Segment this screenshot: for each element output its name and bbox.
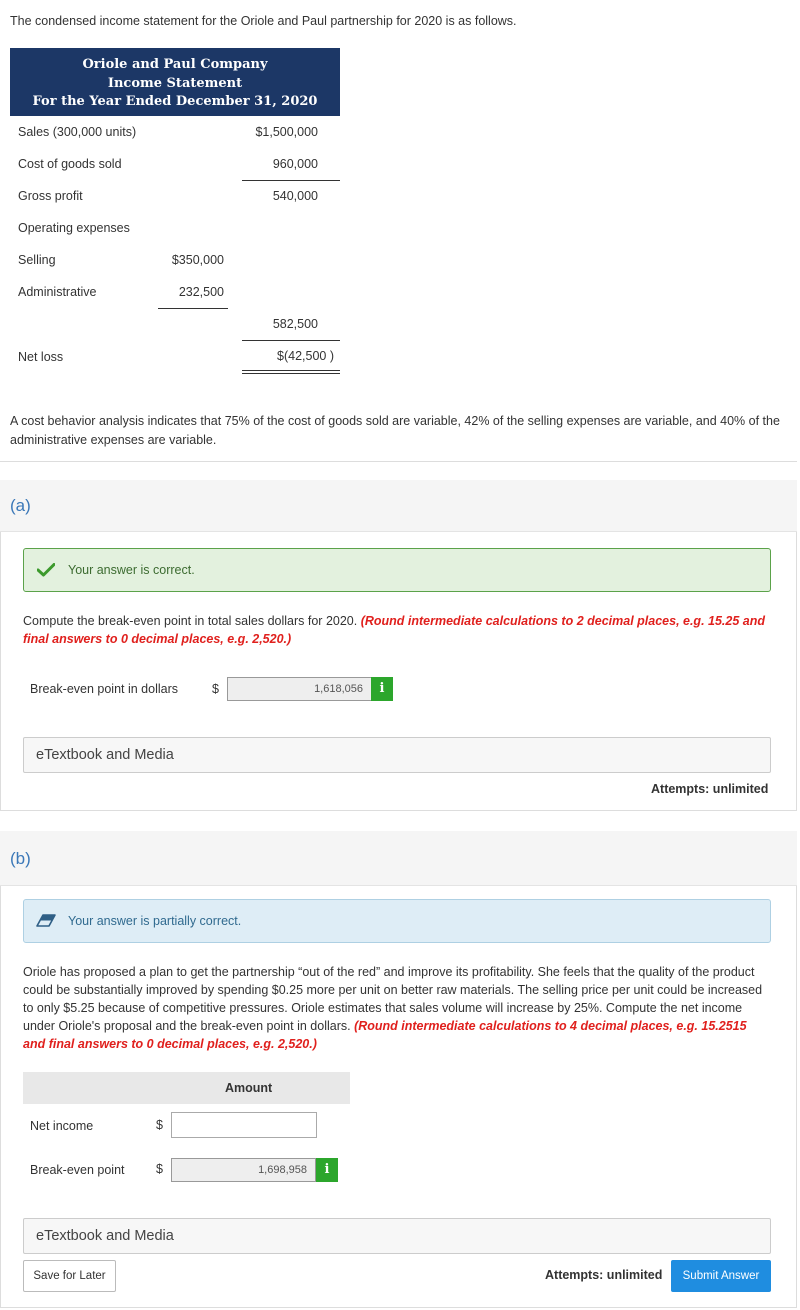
- part-a-header: (a): [0, 480, 797, 532]
- etextbook-media-link[interactable]: eTextbook and Media: [23, 1218, 771, 1254]
- save-for-later-button[interactable]: Save for Later: [23, 1260, 116, 1292]
- problem-intro: The condensed income statement for the O…: [10, 14, 517, 28]
- cogs-label: Cost of goods sold: [18, 157, 122, 171]
- part-b-tag: (b): [10, 849, 31, 868]
- part-a-tag: (a): [10, 496, 31, 515]
- info-icon[interactable]: i: [371, 677, 393, 701]
- net-loss-label: Net loss: [18, 350, 64, 364]
- statement-period: For the Year Ended December 31, 2020: [32, 94, 318, 109]
- check-icon: [37, 563, 55, 577]
- sales-label: Sales (300,000 units): [18, 125, 137, 139]
- bep-dollars-input[interactable]: 1,618,056: [227, 677, 372, 701]
- correct-status-box: Your answer is correct.: [23, 548, 771, 592]
- part-b-header: (b): [0, 831, 797, 886]
- double-underline-bottom: [242, 373, 340, 374]
- bep-dollars-label: Break-even point in dollars: [30, 682, 178, 696]
- divider: [158, 308, 228, 309]
- admin-label: Administrative: [18, 285, 97, 299]
- net-income-label: Net income: [30, 1119, 94, 1133]
- net-income-input[interactable]: [171, 1112, 317, 1138]
- currency-sign: $: [156, 1162, 163, 1176]
- selling-label: Selling: [18, 253, 56, 267]
- net-loss-value: $(42,500 ): [277, 349, 334, 363]
- submit-answer-button[interactable]: Submit Answer: [671, 1260, 771, 1292]
- divider: [0, 461, 797, 462]
- bep-label: Break-even point: [30, 1163, 125, 1177]
- amount-column-header: Amount: [23, 1072, 350, 1104]
- opex-total-value: 582,500: [272, 317, 318, 331]
- status-text: Your answer is partially correct.: [68, 914, 242, 928]
- gross-profit-value: 540,000: [272, 189, 318, 203]
- currency-sign: $: [156, 1118, 163, 1132]
- bep-input[interactable]: 1,698,958: [171, 1158, 316, 1182]
- attempts-label: Attempts: unlimited: [651, 782, 769, 796]
- statement-title: Income Statement: [107, 75, 243, 91]
- divider: [242, 340, 340, 341]
- income-statement-header: Oriole and Paul Company Income Statement…: [10, 48, 340, 116]
- eraser-icon: [36, 914, 56, 927]
- sales-value: $1,500,000: [255, 125, 318, 139]
- divider: [242, 180, 340, 181]
- company-name: Oriole and Paul Company: [82, 57, 268, 72]
- part-a-question: Compute the break-even point in total sa…: [23, 614, 765, 646]
- currency-sign: $: [212, 682, 219, 696]
- double-underline-top: [242, 370, 340, 371]
- opex-label: Operating expenses: [18, 221, 130, 235]
- selling-value: $350,000: [171, 253, 224, 267]
- admin-value: 232,500: [178, 285, 224, 299]
- part-b-question: Oriole has proposed a plan to get the pa…: [23, 965, 763, 1051]
- gross-profit-label: Gross profit: [18, 189, 83, 203]
- info-icon[interactable]: i: [316, 1158, 338, 1182]
- cogs-value: 960,000: [272, 157, 318, 171]
- status-text: Your answer is correct.: [68, 563, 195, 577]
- etextbook-media-link[interactable]: eTextbook and Media: [23, 737, 771, 773]
- partial-status-box: Your answer is partially correct.: [23, 899, 771, 943]
- cost-behavior-note: A cost behavior analysis indicates that …: [10, 414, 780, 447]
- attempts-label: Attempts: unlimited: [545, 1268, 663, 1282]
